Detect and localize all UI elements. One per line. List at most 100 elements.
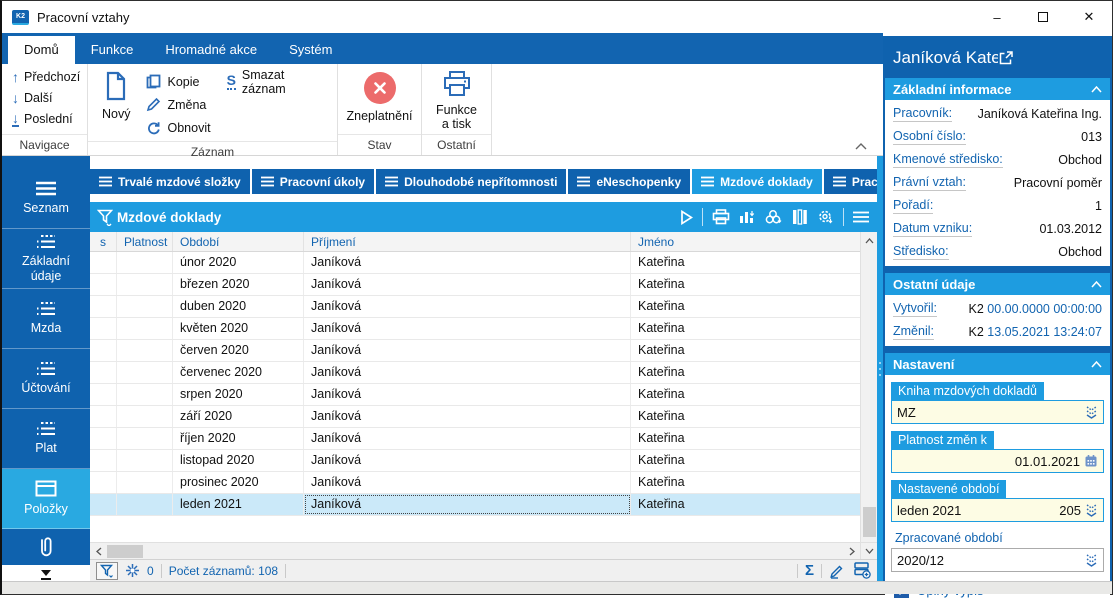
field-label[interactable]: Datum vzniku: xyxy=(893,221,973,237)
dropdown-icon[interactable] xyxy=(1085,553,1098,567)
collapse-icon[interactable] xyxy=(1091,360,1102,368)
column-header-obdobi[interactable]: Období xyxy=(173,232,304,251)
field-label[interactable]: Změnil: xyxy=(893,324,934,340)
title-bar: K2 Pracovní vztahy – ✕ xyxy=(2,1,1112,33)
field-label[interactable]: Pořadí: xyxy=(893,198,934,214)
field-label[interactable]: Středisko: xyxy=(893,244,949,260)
grid-row[interactable]: červenec 2020 Janíková Kateřina xyxy=(90,362,860,384)
tab-mzdove-doklady[interactable]: Mzdové doklady xyxy=(692,169,822,194)
grid-row[interactable]: prosinec 2020 Janíková Kateřina xyxy=(90,472,860,494)
tab-trvale-mzdove-slozky[interactable]: Trvalé mzdové složky xyxy=(90,169,250,194)
section-header[interactable]: Základní informace xyxy=(885,78,1110,100)
scroll-right-button[interactable] xyxy=(843,543,860,560)
frozen-filter-icon[interactable] xyxy=(125,563,140,578)
last-button[interactable]: ↓ Poslední xyxy=(8,108,81,129)
dropdown-icon[interactable] xyxy=(1085,405,1098,419)
cell-obdobi: únor 2020 xyxy=(173,252,304,273)
scroll-down-button[interactable] xyxy=(860,543,877,559)
grid-row[interactable]: srpen 2020 Janíková Kateřina xyxy=(90,384,860,406)
dropdown-icon[interactable] xyxy=(1085,503,1098,517)
collapse-icon[interactable] xyxy=(1091,280,1102,288)
grid-row[interactable]: únor 2020 Janíková Kateřina xyxy=(90,252,860,274)
tab-pracovni-ukoly[interactable]: Pracovní úkoly xyxy=(251,169,375,194)
edit-pencil-button[interactable] xyxy=(829,563,845,579)
sidebar-item-seznam[interactable]: Seznam xyxy=(2,169,90,229)
column-header-prijmeni[interactable]: Příjmení xyxy=(304,232,631,251)
ribbon-tab-funkce[interactable]: Funkce xyxy=(75,36,150,64)
column-header-jmeno[interactable]: Jméno xyxy=(631,232,860,251)
field-row: Datum vzniku: 01.03.2012 xyxy=(893,217,1102,240)
close-button[interactable]: ✕ xyxy=(1066,1,1112,33)
invalidate-button[interactable]: Zneplatnění xyxy=(338,68,420,134)
collapse-icon[interactable] xyxy=(1091,85,1102,93)
column-header-platnost[interactable]: Platnost xyxy=(117,232,173,251)
field-label[interactable]: Právní vztah: xyxy=(893,175,966,191)
field-row: Středisko: Obchod xyxy=(893,240,1102,263)
section-header[interactable]: Nastavení xyxy=(885,353,1110,375)
open-external-icon[interactable] xyxy=(998,50,1103,66)
add-panel-button[interactable] xyxy=(852,562,871,579)
sidebar-item-uctovani[interactable]: Účtování xyxy=(2,349,90,409)
sidebar-item-polozky[interactable]: Položky xyxy=(2,469,90,529)
ribbon-collapse-button[interactable] xyxy=(855,143,867,150)
minimize-button[interactable]: – xyxy=(974,1,1020,33)
analysis-icon[interactable] xyxy=(765,209,783,225)
grid-row[interactable]: březen 2020 Janíková Kateřina xyxy=(90,274,860,296)
tab-pracovni-praxe[interactable]: Pracovní praxe xyxy=(823,169,877,194)
grid-row[interactable]: leden 2021 Janíková Kateřina xyxy=(90,494,860,516)
grid-row[interactable]: září 2020 Janíková Kateřina xyxy=(90,406,860,428)
vertical-scroll-thumb[interactable] xyxy=(863,507,876,537)
field-label[interactable]: Pracovník: xyxy=(893,106,953,122)
horizontal-scroll-thumb[interactable] xyxy=(107,545,143,558)
sidebar-more-button[interactable] xyxy=(2,565,90,581)
sum-button[interactable]: Σ xyxy=(805,563,814,578)
functions-print-button[interactable]: Funkce a tisk xyxy=(428,68,485,134)
filter-toggle-button[interactable] xyxy=(96,561,118,580)
scroll-left-button[interactable] xyxy=(90,543,107,560)
column-header-s[interactable]: s xyxy=(90,232,117,251)
field-label[interactable]: Vytvořil: xyxy=(893,301,937,317)
new-record-button[interactable]: Nový xyxy=(94,68,138,141)
calendar-icon[interactable] xyxy=(1084,454,1098,468)
grid-row[interactable]: říjen 2020 Janíková Kateřina xyxy=(90,428,860,450)
previous-button[interactable]: ↑ Předchozí xyxy=(8,66,81,87)
maximize-button[interactable] xyxy=(1020,1,1066,33)
delete-record-button[interactable]: S Smazat záznam xyxy=(223,68,327,96)
print-icon[interactable] xyxy=(712,209,730,225)
horizontal-scrollbar[interactable] xyxy=(90,542,877,559)
ribbon-tab-system[interactable]: Systém xyxy=(273,36,348,64)
tab-dlouhodobe-nepritomnosti[interactable]: Dlouhodobé nepřítomnosti xyxy=(376,169,567,194)
tab-eneschopenky[interactable]: eNeschopenky xyxy=(568,169,691,194)
next-button[interactable]: ↓ Další xyxy=(8,87,81,108)
section-header[interactable]: Ostatní údaje xyxy=(885,273,1110,295)
sidebar-item-mzda[interactable]: Mzda xyxy=(2,289,90,349)
ribbon-tab-hromadne-akce[interactable]: Hromadné akce xyxy=(149,36,273,64)
scroll-up-button[interactable] xyxy=(861,232,877,249)
menu-icon[interactable] xyxy=(853,211,869,223)
grid-row[interactable]: červen 2020 Janíková Kateřina xyxy=(90,340,860,362)
nastavene-obdobi-combo[interactable]: leden 2021 205 xyxy=(891,498,1104,522)
grid-row[interactable]: duben 2020 Janíková Kateřina xyxy=(90,296,860,318)
sidebar-item-zakladni-udaje[interactable]: Základní údaje xyxy=(2,229,90,289)
vertical-scrollbar[interactable] xyxy=(860,232,877,542)
zpracovane-obdobi-combo[interactable]: 2020/12 xyxy=(891,548,1104,572)
edit-button[interactable]: Změna xyxy=(142,93,214,116)
ribbon-tab-domu[interactable]: Domů xyxy=(8,36,75,64)
settings-gear-icon[interactable] xyxy=(817,209,834,225)
kniha-combo-input[interactable]: MZ xyxy=(891,400,1104,424)
grid-row[interactable]: květen 2020 Janíková Kateřina xyxy=(90,318,860,340)
sidebar-attachments-button[interactable] xyxy=(2,529,90,565)
filter-icon[interactable] xyxy=(97,209,113,226)
sidebar-item-plat[interactable]: Plat xyxy=(2,409,90,469)
field-label[interactable]: Kmenové středisko: xyxy=(893,152,1003,168)
refresh-button[interactable]: Obnovit xyxy=(142,116,214,139)
chart-icon[interactable] xyxy=(739,209,756,225)
copy-button[interactable]: Kopie xyxy=(142,70,214,93)
cell-obdobi: červen 2020 xyxy=(173,340,304,361)
platnost-date-input[interactable]: 01.01.2021 xyxy=(891,449,1104,473)
columns-icon[interactable] xyxy=(792,209,808,225)
run-icon[interactable] xyxy=(680,209,693,225)
grid-row[interactable]: listopad 2020 Janíková Kateřina xyxy=(90,450,860,472)
field-label[interactable]: Osobní číslo: xyxy=(893,129,966,145)
cell-jmeno: Kateřina xyxy=(638,497,685,511)
